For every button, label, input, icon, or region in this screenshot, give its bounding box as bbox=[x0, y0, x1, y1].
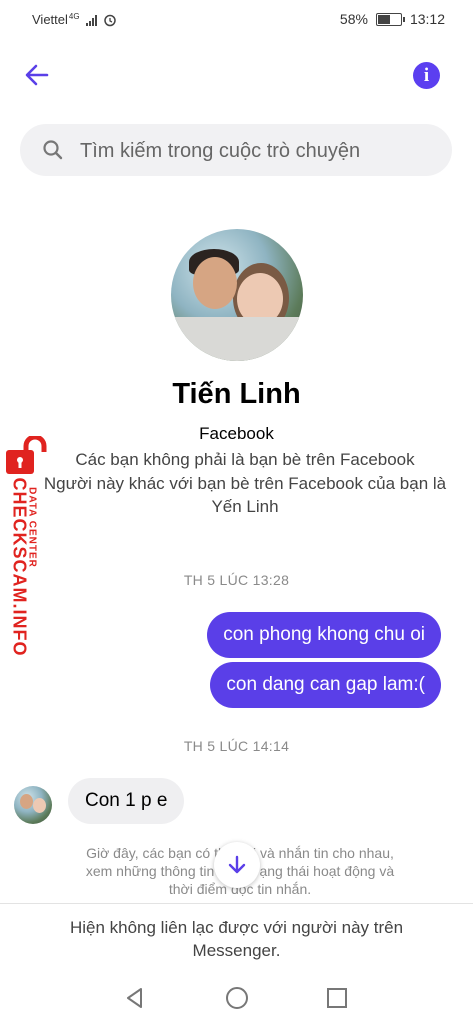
name-difference-note: Người này khác với bạn bè trên Facebook … bbox=[43, 474, 447, 516]
status-bar: Viettel 4G 58% 13:12 bbox=[0, 0, 473, 40]
scroll-to-bottom-button[interactable] bbox=[214, 842, 260, 888]
battery-percent: 58% bbox=[339, 11, 368, 27]
info-icon: i bbox=[423, 65, 430, 86]
timestamp: TH 5 LÚC 14:14 bbox=[183, 738, 290, 754]
friend-status-note: Các bạn không phải là bạn bè trên Facebo… bbox=[75, 450, 415, 469]
alarm-icon bbox=[103, 14, 116, 26]
arrow-down-icon bbox=[228, 855, 246, 874]
carrier-label: Viettel bbox=[32, 12, 68, 27]
contact-platform: Facebook bbox=[199, 424, 274, 443]
signal-icon bbox=[85, 14, 97, 26]
triangle-back-icon bbox=[127, 988, 142, 1008]
clock: 13:12 bbox=[409, 11, 445, 27]
search-icon bbox=[43, 140, 63, 160]
contact-name: Tiến Linh bbox=[172, 378, 301, 410]
watermark: DATA CENTER CHECKSCAM.INFO bbox=[2, 436, 50, 666]
incoming-message[interactable]: Con 1 p e bbox=[68, 778, 185, 824]
outgoing-message[interactable]: con phong khong chu oi bbox=[207, 612, 441, 658]
network-label: 4G bbox=[68, 12, 80, 21]
contact-avatar[interactable] bbox=[171, 229, 303, 361]
footer-divider bbox=[0, 903, 473, 904]
back-button[interactable] bbox=[22, 60, 52, 90]
system-nav-bar bbox=[0, 975, 473, 1024]
nav-home-button[interactable] bbox=[224, 985, 250, 1011]
circle-home-icon bbox=[226, 987, 248, 1009]
nav-back-button[interactable] bbox=[122, 985, 148, 1011]
arrow-left-icon bbox=[25, 64, 49, 86]
nav-recents-button[interactable] bbox=[324, 985, 350, 1011]
timestamp: TH 5 LÚC 13:28 bbox=[183, 572, 290, 588]
outgoing-message[interactable]: con dang can gap lam:( bbox=[210, 662, 441, 708]
search-input[interactable] bbox=[78, 124, 442, 178]
info-button[interactable]: i bbox=[413, 62, 440, 89]
conversation-search[interactable] bbox=[20, 124, 452, 178]
battery-icon bbox=[375, 12, 405, 26]
unavailable-notice: Hiện không liên lạc được với người này t… bbox=[69, 918, 404, 960]
sender-avatar[interactable] bbox=[14, 786, 52, 824]
square-recents-icon bbox=[327, 988, 347, 1008]
